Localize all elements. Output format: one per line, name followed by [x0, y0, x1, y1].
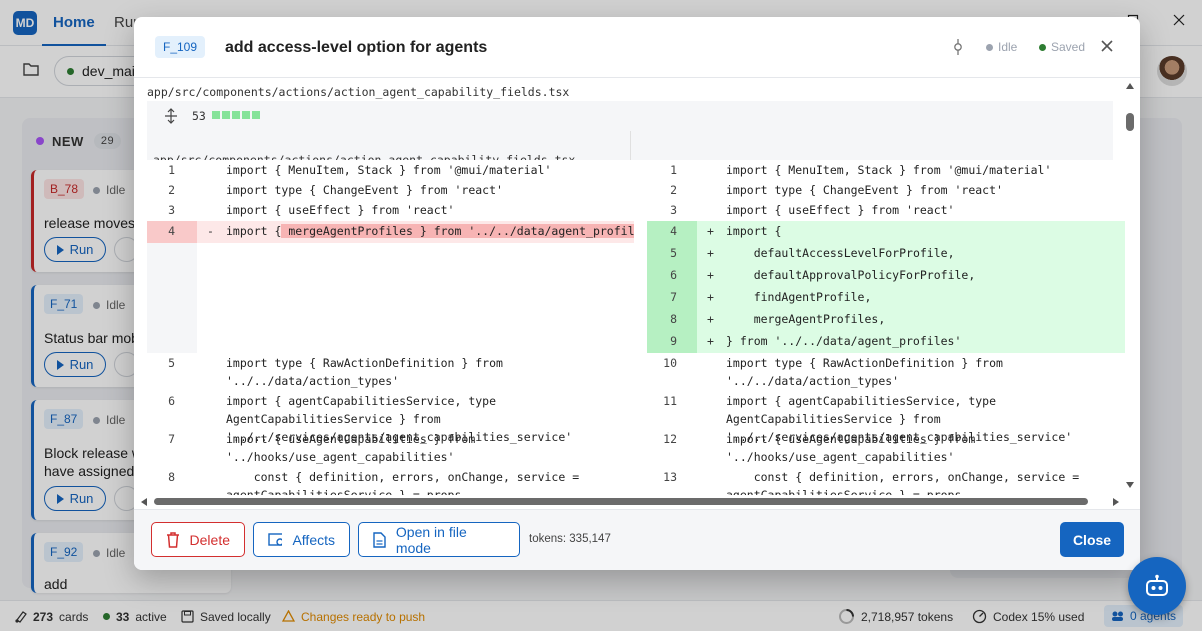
side-by-side-diff[interactable]: 1 import { MenuItem, Stack } from '@mui/m… — [147, 160, 1125, 495]
line-number-right: 2 — [670, 183, 677, 197]
file-path: app/src/components/actions/action_agent_… — [147, 85, 570, 99]
robot-icon — [1146, 574, 1168, 596]
pane-divider — [630, 131, 631, 160]
removed-code-highlight: mergeAgentProfiles } from '../../data/ag… — [281, 224, 634, 238]
scroll-down-icon[interactable] — [1125, 481, 1135, 489]
line-number-right: 1 — [670, 163, 677, 177]
saved-dot — [1039, 43, 1046, 51]
line-number-right: 8 — [670, 312, 677, 326]
line-number-right: 7 — [670, 290, 677, 304]
open-in-file-mode-label: Open in file mode — [395, 523, 467, 556]
line-number-right: 13 — [663, 470, 677, 484]
code-line-right: findAgentProfile, — [726, 290, 872, 304]
assistant-fab[interactable] — [1128, 557, 1186, 615]
code-line-right: import { useEffect } from 'react' — [726, 203, 955, 217]
open-in-file-mode-button[interactable]: Open in file mode — [358, 522, 520, 557]
dialog-header: F_109 add access-level option for agents… — [134, 17, 1140, 78]
code-line-left: import { useEffect } from 'react' — [226, 203, 455, 217]
horizontal-scrollbar[interactable] — [140, 495, 1120, 507]
scroll-thumb[interactable] — [154, 498, 1088, 505]
affects-button-label: Affects — [292, 531, 335, 548]
trash-icon — [167, 531, 179, 548]
change-count: 53 — [192, 109, 206, 123]
diff-sign-added: + — [707, 290, 714, 304]
code-line-right: } from '../../data/agent_profiles' — [726, 334, 962, 348]
change-indicator — [212, 111, 260, 119]
code-line-left: import { useAgentCapabilities } from '..… — [226, 432, 483, 464]
line-number-left: 5 — [168, 356, 175, 370]
line-number-left: 7 — [168, 432, 175, 446]
token-count: tokens: 335,147 — [529, 533, 611, 545]
diff-sign-added: + — [707, 334, 714, 348]
code-line-left: import { mergeAgentProfiles } from '../.… — [226, 222, 634, 240]
file-path-sticky: app/src/components/actions/action_agent_… — [153, 153, 576, 160]
code-line-right: import { MenuItem, Stack } from '@mui/ma… — [726, 163, 1052, 177]
close-icon[interactable] — [1100, 39, 1114, 56]
code-line-right: defaultAccessLevelForProfile, — [726, 246, 955, 260]
line-number-right: 6 — [670, 268, 677, 282]
code-line-left: const { definition, errors, onChange, se… — [226, 470, 587, 495]
line-number-right: 10 — [663, 356, 677, 370]
code-line-right: import { — [726, 224, 782, 238]
line-number-right: 4 — [670, 224, 677, 238]
line-number-right: 3 — [670, 203, 677, 217]
code-line-left: import type { RawActionDefinition } from… — [226, 356, 510, 388]
code-line-left: import { MenuItem, Stack } from '@mui/ma… — [226, 163, 552, 177]
code-line-right: import type { RawActionDefinition } from… — [726, 356, 1010, 388]
document-icon — [373, 531, 386, 548]
diff-sign-added: + — [707, 268, 714, 282]
scroll-up-icon[interactable] — [1125, 82, 1135, 90]
line-number-right: 5 — [670, 246, 677, 260]
card-id-badge: F_109 — [155, 36, 206, 58]
commit-icon[interactable] — [952, 39, 964, 58]
scroll-right-icon[interactable] — [1112, 497, 1120, 507]
line-number-right: 9 — [670, 334, 677, 348]
dialog-saved-status: Saved — [1039, 40, 1085, 54]
code-line-right: const { definition, errors, onChange, se… — [726, 470, 1087, 495]
line-number-left: 6 — [168, 394, 175, 408]
dialog-status: Idle — [986, 40, 1017, 54]
pane-gap — [634, 160, 647, 495]
code-line-right: defaultApprovalPolicyForProfile, — [726, 268, 976, 282]
diff-sign-added: + — [707, 312, 714, 326]
expand-icon[interactable] — [164, 108, 178, 127]
diff-sign-added: + — [707, 246, 714, 260]
diff-sign-removed: - — [207, 224, 214, 238]
dialog-saved-label: Saved — [1051, 40, 1086, 54]
code-line-right: import { useAgentCapabilities } from '..… — [726, 432, 983, 464]
line-number-left: 4 — [168, 224, 175, 238]
code-line-right: mergeAgentProfiles, — [726, 312, 886, 326]
status-dot — [986, 43, 993, 51]
line-number-right: 11 — [663, 394, 677, 408]
code-text: import { — [226, 224, 282, 238]
line-number-right: 12 — [663, 432, 677, 446]
line-number-left: 8 — [168, 470, 175, 484]
scroll-thumb[interactable] — [1126, 113, 1134, 131]
line-number-left: 1 — [168, 163, 175, 177]
code-line-left: import type { ChangeEvent } from 'react' — [226, 183, 503, 197]
line-number-left: 3 — [168, 203, 175, 217]
search-files-icon — [268, 532, 283, 546]
close-button[interactable]: Close — [1060, 522, 1124, 557]
delete-button[interactable]: Delete — [151, 522, 245, 557]
dialog-title: add access-level option for agents — [225, 39, 488, 56]
dialog-status-label: Idle — [998, 40, 1018, 54]
diff-dialog: F_109 add access-level option for agents… — [134, 17, 1140, 570]
diff-sign-added: + — [707, 224, 714, 238]
scroll-left-icon[interactable] — [140, 497, 148, 507]
code-line-right: import type { ChangeEvent } from 'react' — [726, 183, 1003, 197]
delete-button-label: Delete — [189, 531, 230, 548]
vertical-scrollbar[interactable] — [1124, 79, 1136, 491]
line-number-left: 2 — [168, 183, 175, 197]
affects-button[interactable]: Affects — [253, 522, 350, 557]
